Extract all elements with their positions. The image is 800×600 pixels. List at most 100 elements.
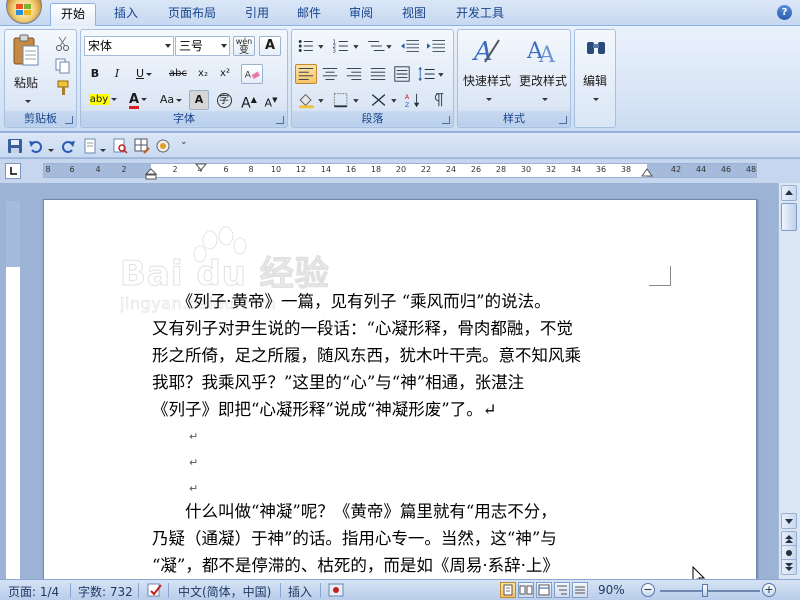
word-count[interactable]: 字数: 732: [78, 583, 133, 600]
clipboard-launcher-icon[interactable]: [65, 116, 73, 124]
first-line-indent-marker-icon[interactable]: [195, 163, 207, 171]
justify-icon[interactable]: [367, 64, 389, 84]
insert-mode[interactable]: 插入: [288, 583, 312, 600]
draw-table-icon[interactable]: [134, 138, 150, 154]
new-document-dropdown-icon[interactable]: [98, 143, 106, 157]
change-styles-button[interactable]: A A 更改样式: [516, 32, 570, 106]
zoom-level[interactable]: 90%: [598, 583, 625, 597]
underline-button[interactable]: U: [129, 64, 159, 84]
print-preview-icon[interactable]: [112, 138, 128, 154]
copy-icon[interactable]: [55, 58, 71, 74]
distributed-align-icon[interactable]: [391, 64, 413, 84]
character-border-button[interactable]: A: [259, 36, 281, 56]
scroll-up-button[interactable]: [781, 185, 797, 201]
customize-qat-icon[interactable]: ⌄: [180, 137, 188, 147]
text-line[interactable]: 《列子》即把“心凝形释”说成“神凝形废”了。↵: [152, 396, 652, 423]
office-button[interactable]: [6, 0, 42, 24]
change-styles-dropdown-icon[interactable]: [540, 92, 548, 106]
macro-record-icon[interactable]: [328, 582, 344, 598]
text-line[interactable]: 又有列子对尹生说的一段话：“心凝形释，骨肉都融，不觉: [152, 315, 652, 342]
align-center-icon[interactable]: [319, 64, 341, 84]
scroll-thumb[interactable]: [781, 203, 797, 231]
align-left-icon[interactable]: [295, 64, 317, 84]
cut-icon[interactable]: [55, 36, 71, 52]
font-color-button[interactable]: A: [123, 90, 153, 110]
italic-button[interactable]: I: [107, 64, 127, 84]
zoom-in-button[interactable]: +: [762, 583, 776, 597]
full-screen-reading-view-button[interactable]: [518, 582, 534, 598]
clear-formatting-icon[interactable]: A: [241, 64, 263, 84]
subscript-button[interactable]: x₂: [193, 64, 213, 84]
tab-selector-button[interactable]: [5, 163, 21, 179]
redo-icon[interactable]: [60, 138, 76, 154]
tab-developer[interactable]: 开发工具: [445, 3, 515, 26]
strikethrough-button[interactable]: abc: [165, 64, 191, 84]
quick-styles-button[interactable]: A 快速样式: [460, 32, 514, 106]
character-shading-button[interactable]: A: [189, 90, 209, 110]
line-spacing-icon[interactable]: [415, 64, 447, 84]
enclose-characters-button[interactable]: 字: [213, 90, 235, 110]
multilevel-list-icon[interactable]: [365, 36, 395, 56]
paste-button[interactable]: 粘贴: [9, 32, 43, 106]
tab-references[interactable]: 引用: [235, 3, 279, 26]
undo-dropdown-icon[interactable]: [46, 143, 54, 157]
text-line[interactable]: 我耶？我乘风乎？”这里的“心”与“神”相通，张湛注: [152, 369, 652, 396]
vertical-scrollbar[interactable]: [778, 183, 800, 579]
document-page[interactable]: Bai du 经验 jingyan.baidu.com 《列子·黄帝》一篇，见有…: [43, 199, 757, 579]
superscript-button[interactable]: x²: [215, 64, 235, 84]
chinese-layout-icon[interactable]: [368, 90, 400, 110]
print-layout-view-button[interactable]: [500, 582, 516, 598]
tab-page-layout[interactable]: 页面布局: [157, 3, 227, 26]
undo-icon[interactable]: [28, 138, 44, 154]
increase-indent-icon[interactable]: [424, 36, 448, 56]
text-highlight-button[interactable]: aby: [85, 90, 121, 110]
zoom-slider[interactable]: [660, 584, 760, 597]
paragraph-launcher-icon[interactable]: [442, 116, 450, 124]
proofing-icon[interactable]: [147, 582, 163, 598]
text-line[interactable]: 什么叫做“神凝”呢？《黄帝》篇里就有“用志不分，: [152, 498, 652, 525]
scroll-down-button[interactable]: [781, 513, 797, 529]
change-case-button[interactable]: Aa: [155, 90, 187, 110]
font-size-combo[interactable]: 三号: [175, 36, 230, 56]
sort-icon[interactable]: AZ: [402, 90, 424, 110]
phonetic-guide-button[interactable]: wén 变: [233, 36, 255, 56]
language[interactable]: 中文(简体，中国): [178, 583, 271, 600]
new-document-icon[interactable]: [82, 138, 98, 154]
vertical-ruler[interactable]: [5, 200, 21, 579]
paste-dropdown-icon[interactable]: [23, 94, 31, 108]
shrink-font-button[interactable]: A▼: [261, 90, 281, 110]
text-line[interactable]: “凝”，都不是停滞的、枯死的，而是如《周易·系辞·上》: [152, 552, 652, 579]
tab-mailings[interactable]: 邮件: [287, 3, 331, 26]
zoom-out-button[interactable]: −: [641, 583, 655, 597]
tab-insert[interactable]: 插入: [103, 3, 149, 26]
borders-icon[interactable]: [330, 90, 362, 110]
tab-home[interactable]: 开始: [50, 3, 96, 26]
draft-view-button[interactable]: [572, 582, 588, 598]
editing-dropdown-icon[interactable]: [591, 92, 599, 106]
left-indent-marker-icon[interactable]: [145, 168, 157, 180]
quick-styles-dropdown-icon[interactable]: [484, 92, 492, 106]
outline-view-button[interactable]: [554, 582, 570, 598]
text-line[interactable]: 乃疑（通凝）于神”的话。指用心专一。当然，这“神”与: [152, 525, 652, 552]
styles-launcher-icon[interactable]: [559, 116, 567, 124]
shading-icon[interactable]: [295, 90, 327, 110]
font-name-combo[interactable]: 宋体: [84, 36, 174, 56]
record-icon[interactable]: [155, 138, 171, 154]
bullets-icon[interactable]: [295, 36, 327, 56]
page-count[interactable]: 页面: 1/4: [8, 583, 59, 600]
horizontal-ruler[interactable]: 8642246810121416182022242628303234363842…: [43, 163, 757, 180]
grow-font-button[interactable]: A▲: [239, 90, 259, 112]
numbering-icon[interactable]: 123: [330, 36, 362, 56]
align-right-icon[interactable]: [343, 64, 365, 84]
show-formatting-marks-icon[interactable]: [428, 90, 448, 110]
web-layout-view-button[interactable]: [536, 582, 552, 598]
tab-review[interactable]: 审阅: [339, 3, 383, 26]
save-icon[interactable]: [7, 138, 23, 154]
zoom-slider-thumb[interactable]: [702, 584, 708, 597]
text-line[interactable]: 《列子·黄帝》一篇，见有列子 “乘风而归”的说法。: [152, 288, 652, 315]
text-line[interactable]: 形之所倚，足之所履，随风东西，犹木叶干壳。意不知风乘: [152, 342, 652, 369]
help-button[interactable]: ?: [777, 5, 792, 20]
group-editing[interactable]: 编辑: [574, 29, 616, 128]
font-launcher-icon[interactable]: [276, 116, 284, 124]
format-painter-icon[interactable]: [55, 80, 71, 96]
